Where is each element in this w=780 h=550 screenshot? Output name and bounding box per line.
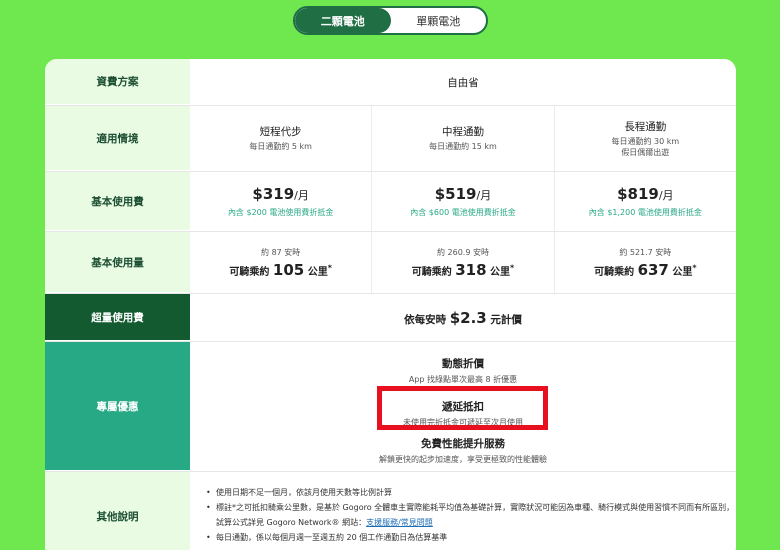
plan-name: 自由省 (447, 76, 479, 89)
tab-two-batteries[interactable]: 二顆電池 (295, 8, 391, 33)
row-label-overage: 超量使用費 (45, 294, 190, 341)
perk-title: 免費性能提升服務 (421, 438, 505, 450)
ride-distance: 可騎乘約 318 公里* (411, 260, 515, 279)
amp-hours: 約 521.7 安時 (619, 247, 672, 257)
fee-cell: $519/月 內含 $600 電池使用費折抵金 (371, 172, 553, 231)
ride-distance: 可騎乘約 105 公里* (229, 260, 332, 279)
usage-sub: 每日通勤約 15 km (429, 142, 497, 152)
support-faq-link[interactable]: 支援服務/常見問題 (366, 518, 433, 527)
usage-cell: 長程通勤 每日通勤約 30 km 假日偶爾出遊 (553, 106, 736, 171)
fee-discount: 內含 $600 電池使用費折抵金 (410, 208, 516, 217)
ride-distance: 可騎乘約 637 公里* (594, 260, 697, 279)
usage-amount-cell: 約 260.9 安時 可騎乘約 318 公里* (371, 232, 553, 293)
perk-desc: 解鎖更快的起步加速度，享受更極致的性能體驗 (379, 455, 547, 464)
usage-cell: 中程通勤 每日通勤約 15 km (371, 106, 553, 171)
row-label-notes: 其他說明 (45, 472, 190, 550)
note-item: 每日通勤，係以每個月週一至週五約 20 個工作通勤日為估算基準 (206, 530, 736, 545)
usage-sub: 每日通勤約 30 km 假日偶爾出遊 (611, 137, 680, 157)
row-label-base-fee: 基本使用費 (45, 172, 190, 231)
row-plan: 資費方案 自由省 (45, 59, 736, 106)
note-item: 使用日期不足一個月，依該月使用天數等比例計算 (206, 485, 736, 500)
row-base-usage: 基本使用量 約 87 安時 可騎乘約 105 公里* 約 260.9 安時 可騎… (45, 232, 736, 294)
notes-list: 使用日期不足一個月，依該月使用天數等比例計算 標註*之可抵扣騎乘公里數，是基於 … (190, 472, 736, 550)
highlight-box (377, 386, 548, 430)
fee-cell: $319/月 內含 $200 電池使用費折抵金 (190, 172, 371, 231)
battery-toggle: 二顆電池 單顆電池 (293, 6, 488, 35)
fee-discount: 內含 $200 電池使用費折抵金 (227, 208, 334, 217)
usage-cell: 短程代步 每日通勤約 5 km (190, 106, 371, 171)
usage-title: 短程代步 (259, 126, 302, 139)
usage-sub: 每日通勤約 5 km (249, 142, 312, 152)
overage-price: 依每安時 $2.3 元計價 (404, 308, 522, 327)
fee-price: $519/月 (434, 185, 492, 203)
fee-price: $319/月 (252, 185, 309, 203)
fee-discount: 內含 $1,200 電池使用費折抵金 (588, 208, 702, 217)
usage-amount-cell: 約 87 安時 可騎乘約 105 公里* (190, 232, 371, 293)
row-label-usage: 適用情境 (45, 106, 190, 171)
row-label-base-usage: 基本使用量 (45, 232, 190, 293)
fee-cell: $819/月 內含 $1,200 電池使用費折抵金 (553, 172, 736, 231)
usage-title: 長程通勤 (624, 121, 667, 134)
perk-title: 動態折價 (442, 358, 484, 370)
note-item: 標註*之可抵扣騎乘公里數，是基於 Gogoro 全體車主實際能耗平均值為基礎計算… (206, 500, 736, 530)
usage-title: 中程通勤 (441, 126, 484, 139)
tab-single-battery[interactable]: 單顆電池 (391, 8, 487, 33)
usage-amount-cell: 約 521.7 安時 可騎乘約 637 公里* (553, 232, 736, 293)
row-notes: 其他說明 使用日期不足一個月，依該月使用天數等比例計算 標註*之可抵扣騎乘公里數… (45, 472, 736, 550)
plan-table: 資費方案 自由省 適用情境 短程代步 每日通勤約 5 km 中程通勤 每日通勤約… (45, 59, 736, 550)
row-overage: 超量使用費 依每安時 $2.3 元計價 (45, 294, 736, 342)
row-base-fee: 基本使用費 $319/月 內含 $200 電池使用費折抵金 $519/月 內含 … (45, 172, 736, 232)
row-label-plan: 資費方案 (45, 59, 190, 105)
fee-price: $819/月 (617, 185, 674, 203)
row-usage: 適用情境 短程代步 每日通勤約 5 km 中程通勤 每日通勤約 15 km 長程… (45, 106, 736, 172)
amp-hours: 約 260.9 安時 (436, 247, 489, 257)
perk-desc: App 找綠點單次最高 8 折優惠 (408, 375, 518, 384)
row-label-perks: 專屬優惠 (45, 342, 190, 471)
amp-hours: 約 87 安時 (261, 247, 301, 257)
